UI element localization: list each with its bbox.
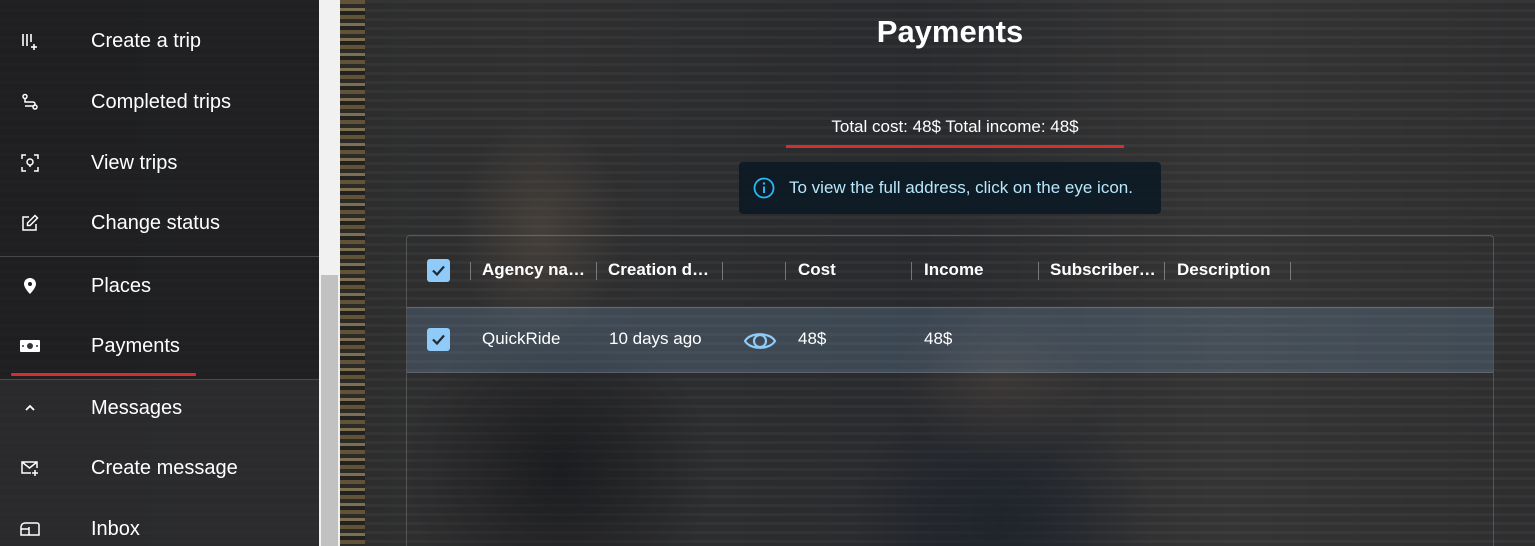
- active-indicator: [11, 373, 196, 376]
- sidebar-item-label: Create message: [91, 456, 238, 479]
- row-checkbox[interactable]: [427, 328, 450, 351]
- info-icon: [753, 177, 775, 199]
- totals-underline: [786, 145, 1124, 148]
- column-separator[interactable]: [1290, 262, 1291, 280]
- sidebar: Create a trip Completed trips View trips…: [0, 0, 319, 546]
- money-icon: [20, 336, 40, 356]
- view-trips-icon: [20, 153, 40, 173]
- cell-creation-date: 10 days ago: [609, 329, 702, 348]
- sidebar-item-label: Inbox: [91, 517, 140, 540]
- background-edge: [340, 0, 365, 546]
- location-pin-icon: [20, 276, 40, 296]
- column-header-creation-date[interactable]: Creation d…: [608, 260, 718, 280]
- column-separator[interactable]: [1164, 262, 1165, 280]
- column-header-subscriber[interactable]: Subscriber…: [1050, 260, 1160, 280]
- cell-cost: 48$: [798, 329, 827, 348]
- route-icon: [20, 92, 40, 112]
- sidebar-item-label: View trips: [91, 151, 178, 174]
- mail-add-icon: [20, 458, 40, 478]
- sidebar-item-label: Payments: [91, 334, 180, 357]
- page-title: Payments: [876, 14, 1024, 49]
- column-separator[interactable]: [596, 262, 597, 280]
- sidebar-item-label: Completed trips: [91, 90, 232, 113]
- table-row[interactable]: QuickRide 10 days ago 48$ 48$: [407, 307, 1493, 373]
- column-header-cost[interactable]: Cost: [798, 260, 908, 280]
- column-header-description[interactable]: Description: [1177, 260, 1287, 280]
- column-header-income[interactable]: Income: [924, 260, 1034, 280]
- sidebar-item-inbox[interactable]: Inbox: [0, 499, 319, 546]
- info-alert-text: To view the full address, click on the e…: [789, 178, 1133, 197]
- view-address-button[interactable]: [743, 324, 777, 358]
- check-icon: [432, 265, 445, 277]
- inbox-icon: [20, 519, 40, 539]
- column-separator[interactable]: [911, 262, 912, 280]
- sidebar-item-label: Places: [91, 274, 152, 297]
- sidebar-item-change-status[interactable]: Change status: [0, 193, 319, 253]
- column-header-agency[interactable]: Agency na…: [482, 260, 592, 280]
- info-alert: To view the full address, click on the e…: [739, 162, 1161, 214]
- sidebar-item-messages[interactable]: Messages: [0, 378, 319, 438]
- create-trip-icon: [20, 31, 40, 51]
- sidebar-scrollbar[interactable]: [319, 0, 340, 546]
- column-separator[interactable]: [785, 262, 786, 280]
- chevron-up-icon: [20, 398, 40, 418]
- payments-grid: Agency na… Creation d… Cost Income Subsc…: [406, 235, 1494, 546]
- sidebar-item-create-message[interactable]: Create message: [0, 438, 319, 498]
- sidebar-item-view-trips[interactable]: View trips: [0, 133, 319, 193]
- cell-income: 48$: [924, 329, 953, 348]
- grid-header: Agency na… Creation d… Cost Income Subsc…: [407, 236, 1493, 307]
- edit-icon: [20, 213, 40, 233]
- sidebar-scrollbar-thumb[interactable]: [321, 275, 338, 546]
- sidebar-item-completed-trips[interactable]: Completed trips: [0, 72, 319, 132]
- sidebar-item-payments[interactable]: Payments: [0, 316, 319, 376]
- cell-agency: QuickRide: [482, 329, 561, 348]
- sidebar-item-label: Messages: [91, 396, 183, 419]
- sidebar-item-places[interactable]: Places: [0, 256, 319, 316]
- column-separator[interactable]: [722, 262, 723, 280]
- sidebar-item-label: Change status: [91, 211, 220, 234]
- eye-icon: [743, 333, 777, 349]
- select-all-checkbox[interactable]: [427, 259, 450, 282]
- sidebar-item-create-trip[interactable]: Create a trip: [0, 11, 319, 71]
- check-icon: [432, 334, 445, 346]
- column-separator[interactable]: [470, 262, 471, 280]
- sidebar-item-label: Create a trip: [91, 29, 202, 52]
- column-separator[interactable]: [1038, 262, 1039, 280]
- totals-summary: Total cost: 48$ Total income: 48$: [831, 117, 1079, 136]
